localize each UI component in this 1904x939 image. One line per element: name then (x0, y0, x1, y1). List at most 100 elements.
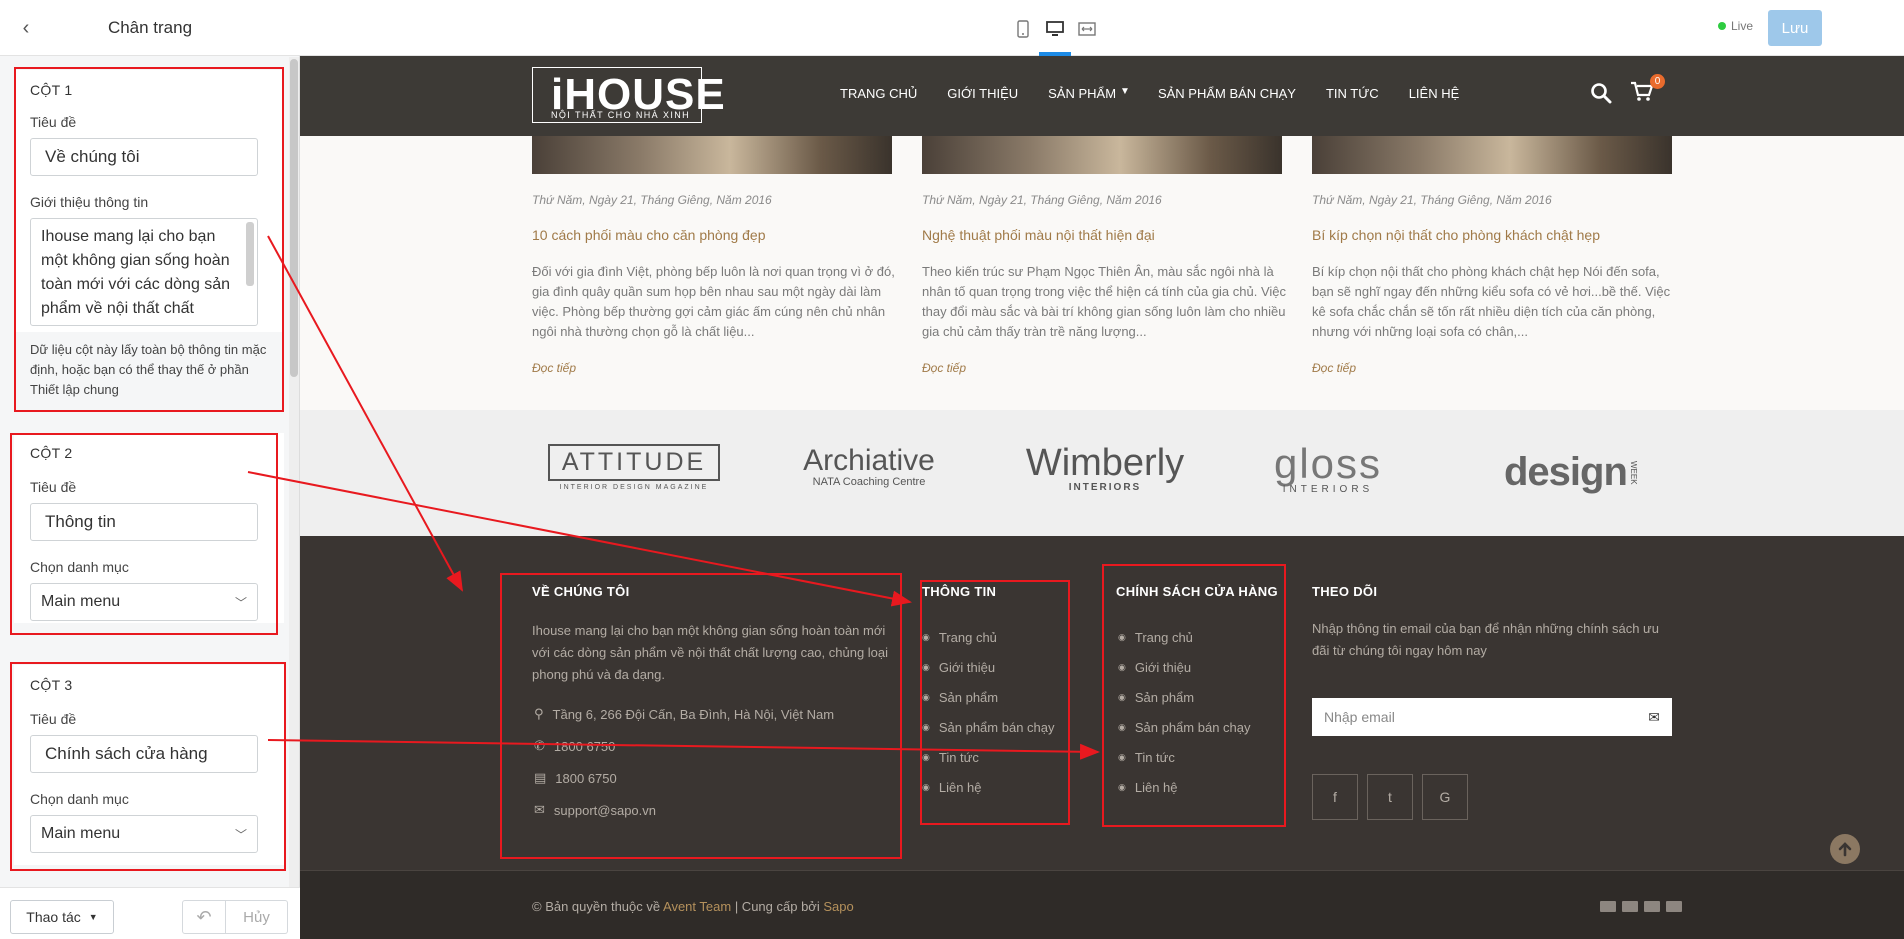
nav-item-products[interactable]: SẢN PHẨM (1048, 86, 1116, 101)
nav-item-about[interactable]: GIỚI THIỆU (947, 86, 1018, 101)
footer-info-link[interactable]: ◉ Sản phẩm (922, 690, 998, 705)
textarea-scrollbar[interactable] (246, 222, 254, 286)
brand-logo-attitude[interactable]: ATTITUDE INTERIOR DESIGN MAGAZINE (536, 444, 732, 491)
eye-icon: ◉ (922, 632, 930, 642)
post-title[interactable]: Nghệ thuật phối màu nội thất hiện đại (922, 227, 1282, 243)
link-label: Giới thiệu (938, 660, 996, 675)
footer-address: ⚲ Tầng 6, 266 Đội Cấn, Ba Đình, Hà Nội, V… (534, 706, 834, 722)
brand-logo-wimberly[interactable]: Wimberly INTERIORS (1020, 444, 1190, 493)
eye-icon: ◉ (922, 752, 930, 762)
copyright-brand-link[interactable]: Sapo (823, 899, 853, 914)
footer-follow-text: Nhập thông tin email của bạn để nhận nhữ… (1312, 621, 1659, 658)
nav-item-news[interactable]: TIN TỨC (1326, 86, 1379, 101)
footer-email[interactable]: ✉ support@sapo.vn (534, 802, 656, 818)
brand-strip: ATTITUDE INTERIOR DESIGN MAGAZINE Archia… (300, 410, 1904, 536)
column-2-menu-select[interactable]: Main menu ﹀ (30, 583, 258, 621)
email-placeholder: Nhập email (1324, 709, 1395, 725)
post-excerpt: Bí kíp chọn nội thất cho phòng khách chậ… (1312, 264, 1671, 339)
link-label: Sản phẩm (1134, 690, 1195, 705)
column-1-note: Dữ liệu cột này lấy toàn bộ thông tin mặ… (30, 342, 267, 397)
column-1-heading: CỘT 1 (30, 82, 73, 98)
nav-item-bestsellers[interactable]: SẢN PHẨM BÁN CHẠY (1158, 86, 1296, 101)
column-1-info-value: Ihouse mang lại cho bạn một không gian s… (41, 228, 231, 317)
brand-name: ATTITUDE (547, 444, 721, 481)
column-3-title-input[interactable]: Chính sách cửa hàng (30, 735, 258, 773)
post-image[interactable] (1312, 136, 1672, 174)
footer-policy-link[interactable]: ◉ Giới thiệu (1118, 660, 1191, 675)
twitter-icon[interactable]: t (1367, 774, 1413, 820)
save-button[interactable]: Lưu (1768, 10, 1822, 46)
eye-icon: ◉ (1118, 752, 1126, 762)
footer-policy-link[interactable]: ◉ Sản phẩm (1118, 690, 1194, 705)
eye-icon: ◉ (922, 662, 930, 672)
search-icon[interactable] (1590, 82, 1612, 109)
undo-icon: ↶ (196, 906, 212, 927)
brand-name: Archiative (803, 444, 935, 477)
facebook-icon[interactable]: f (1312, 774, 1358, 820)
live-status: Live (1718, 19, 1753, 33)
google-plus-icon[interactable]: G (1422, 774, 1468, 820)
chevron-down-icon: ﹀ (234, 595, 247, 610)
brand-sub: WEEK (1628, 460, 1638, 485)
back-to-top-icon[interactable] (1830, 834, 1860, 864)
link-label: Sản phẩm bán chạy (1134, 720, 1251, 735)
brand-logo-design-week[interactable]: design WEEK (1504, 450, 1638, 495)
desktop-view-icon[interactable] (1044, 18, 1066, 40)
eye-icon: ◉ (1118, 722, 1126, 732)
eye-icon: ◉ (922, 722, 930, 732)
read-more-link[interactable]: Đọc tiếp (922, 361, 966, 375)
panel-scrollbar[interactable] (289, 57, 299, 887)
send-envelope-icon[interactable]: ✉ (1648, 709, 1660, 726)
footer-policy-link[interactable]: ◉ Liên hệ (1118, 780, 1178, 795)
post-date: Thứ Năm, Ngày 21, Tháng Giêng, Năm 2016 (1312, 193, 1552, 207)
site-footer: VỀ CHÚNG TÔI Ihouse mang lại cho bạn một… (300, 536, 1904, 939)
column-3-menu-select[interactable]: Main menu ﹀ (30, 815, 258, 853)
brand-logo-gloss[interactable]: gloss INTERIORS (1258, 443, 1398, 496)
footer-policy-link[interactable]: ◉ Trang chủ (1118, 630, 1193, 645)
footer-phone-text: 1800 6750 (553, 738, 616, 754)
undo-button[interactable]: ↶ (182, 900, 226, 934)
footer-info-link[interactable]: ◉ Trang chủ (922, 630, 997, 645)
cancel-button[interactable]: Hủy (226, 900, 288, 934)
site-logo[interactable]: iHOUSE NỘI THẤT CHO NHÀ XINH (532, 67, 725, 123)
fullwidth-view-icon[interactable] (1076, 18, 1098, 40)
brand-logo-archiative[interactable]: Archiative NATA Coaching Centre (784, 444, 954, 488)
post-title[interactable]: Bí kíp chọn nội thất cho phòng khách chậ… (1312, 227, 1672, 243)
amex-icon (1644, 901, 1660, 912)
post-title[interactable]: 10 cách phối màu cho căn phòng đẹp (532, 227, 892, 243)
actions-dropdown-button[interactable]: Thao tác ▼ (10, 900, 114, 934)
post-image[interactable] (922, 136, 1282, 174)
eye-icon: ◉ (922, 692, 930, 702)
column-1-info-textarea[interactable]: Ihouse mang lại cho bạn một không gian s… (30, 218, 258, 326)
brand-sub: INTERIOR DESIGN MAGAZINE (559, 484, 709, 491)
link-label: Trang chủ (938, 630, 997, 645)
copyright-team-link[interactable]: Avent Team (663, 899, 731, 914)
eye-icon: ◉ (1118, 782, 1126, 792)
column-1-title-input[interactable]: Về chúng tôi (30, 138, 258, 176)
nav-item-home[interactable]: TRANG CHỦ (840, 86, 917, 101)
post-image[interactable] (532, 136, 892, 174)
footer-policy-link[interactable]: ◉ Tin tức (1118, 750, 1175, 765)
nav-item-contact[interactable]: LIÊN HỆ (1409, 86, 1460, 101)
column-3-heading: CỘT 3 (30, 677, 73, 693)
footer-info-title: THÔNG TIN (922, 584, 997, 599)
mobile-view-icon[interactable] (1012, 18, 1034, 40)
panel-scrollbar-thumb[interactable] (290, 59, 298, 377)
post-excerpt: Theo kiến trúc sư Phạm Ngọc Thiên Ân, mà… (922, 264, 1287, 339)
post-date: Thứ Năm, Ngày 21, Tháng Giêng, Năm 2016 (922, 193, 1162, 207)
read-more-link[interactable]: Đọc tiếp (1312, 361, 1356, 375)
read-more-link[interactable]: Đọc tiếp (532, 361, 576, 375)
eye-icon: ◉ (1118, 692, 1126, 702)
visa-icon (1600, 901, 1616, 912)
footer-info-link[interactable]: ◉ Liên hệ (922, 780, 982, 795)
newsletter-email-input[interactable]: Nhập email ✉ (1312, 698, 1672, 736)
footer-info-link[interactable]: ◉ Giới thiệu (922, 660, 995, 675)
column-2-title-input[interactable]: Thông tin (30, 503, 258, 541)
column-3-title-value: Chính sách cửa hàng (45, 744, 208, 763)
footer-info-link[interactable]: ◉ Sản phẩm bán chạy (922, 720, 1055, 735)
footer-info-link[interactable]: ◉ Tin tức (922, 750, 979, 765)
footer-about-title: VỀ CHÚNG TÔI (532, 584, 630, 599)
footer-policy-link[interactable]: ◉ Sản phẩm bán chạy (1118, 720, 1251, 735)
link-label: Sản phẩm bán chạy (938, 720, 1055, 735)
back-arrow-icon[interactable]: ‹ (14, 16, 38, 40)
